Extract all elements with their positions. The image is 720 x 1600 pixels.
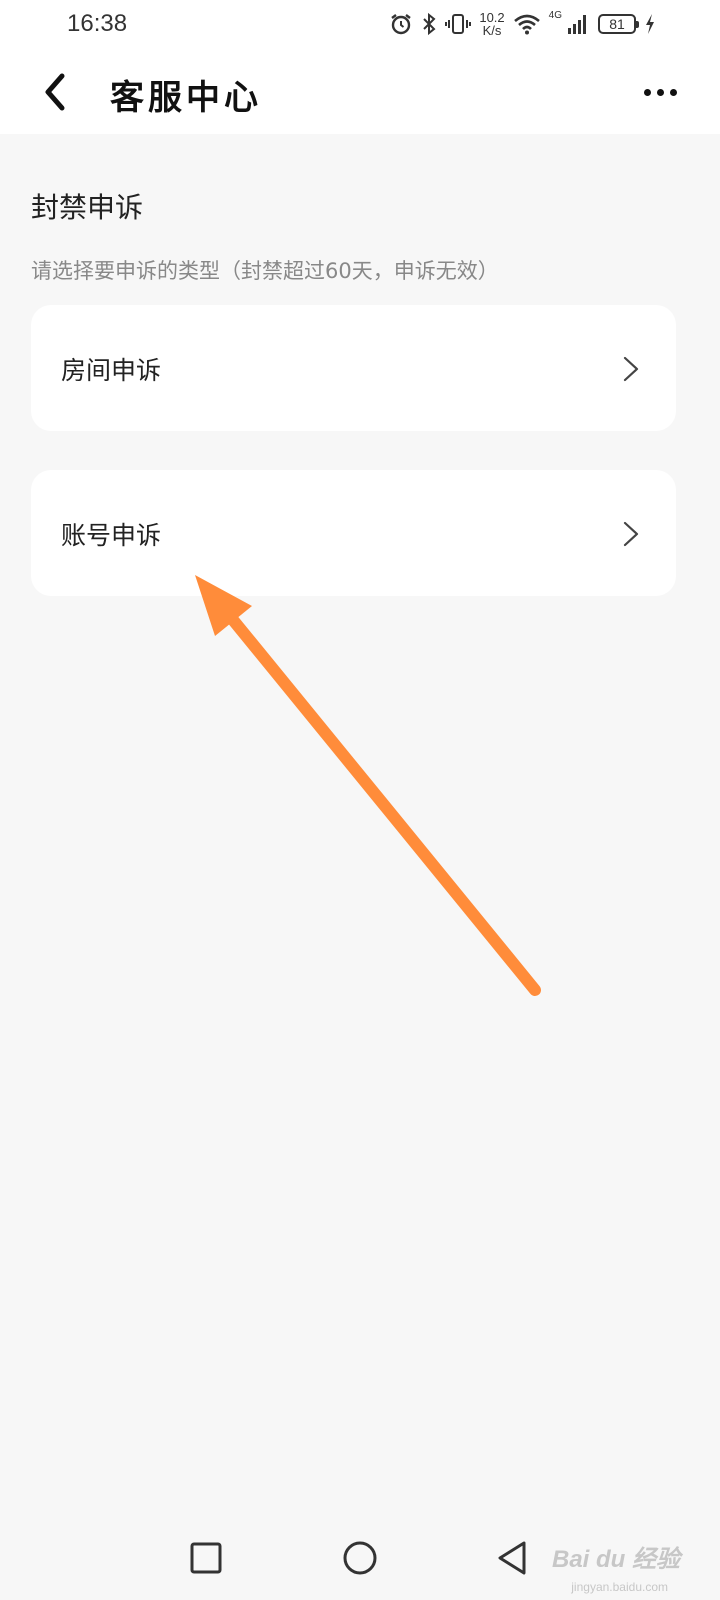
back-icon xyxy=(498,1541,526,1575)
option-label: 房间申诉 xyxy=(61,356,162,385)
section-hint: 请选择要申诉的类型（封禁超过60天，申诉无效） xyxy=(31,259,499,283)
home-icon xyxy=(343,1541,377,1575)
status-bar: 16:38 10.2 K/s 4G 81 xyxy=(0,0,720,50)
more-icon-dot xyxy=(669,88,677,96)
home-button[interactable] xyxy=(338,1536,382,1580)
option-label: 账号申诉 xyxy=(61,521,162,550)
battery-icon: 81 xyxy=(598,14,639,34)
recent-apps-button[interactable] xyxy=(184,1536,228,1580)
back-button[interactable] xyxy=(30,64,80,120)
network-speed-unit: K/s xyxy=(482,23,502,38)
bluetooth-icon xyxy=(421,12,437,36)
recent-apps-icon xyxy=(190,1542,222,1574)
charging-icon xyxy=(644,12,656,36)
more-button[interactable] xyxy=(630,72,690,112)
vibrate-icon xyxy=(445,12,472,36)
chevron-left-icon xyxy=(45,73,65,111)
section-title: 封禁申诉 xyxy=(31,191,144,224)
annotation-arrow-icon xyxy=(195,575,541,996)
signal-icon xyxy=(566,12,590,36)
wifi-icon xyxy=(513,12,541,36)
alarm-icon xyxy=(389,12,413,36)
watermark-sub: jingyan.baidu.com xyxy=(571,1580,668,1594)
status-time: 16:38 xyxy=(67,10,128,37)
chevron-right-icon xyxy=(623,356,639,382)
more-icon-dot xyxy=(656,88,664,96)
back-nav-button[interactable] xyxy=(490,1536,534,1580)
page-title: 客服中心 xyxy=(110,78,262,118)
network-speed: 10.2 K/s xyxy=(479,11,504,37)
chevron-right-icon xyxy=(623,521,639,547)
network-type: 4G xyxy=(548,10,562,21)
option-room-appeal[interactable]: 房间申诉 xyxy=(31,305,676,431)
status-icons: 10.2 K/s 4G 81 xyxy=(389,8,656,40)
more-icon-dot xyxy=(643,88,651,96)
option-account-appeal[interactable]: 账号申诉 xyxy=(31,470,676,596)
title-bar: 客服中心 xyxy=(0,50,720,134)
watermark: Bai du 经验 xyxy=(551,1546,680,1573)
battery-level: 81 xyxy=(609,16,625,32)
